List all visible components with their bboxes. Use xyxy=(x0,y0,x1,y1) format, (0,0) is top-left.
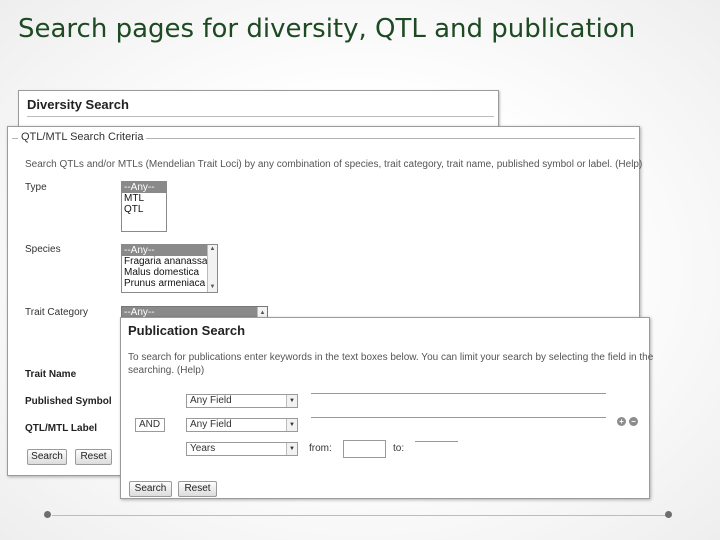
field2-value: Any Field xyxy=(190,419,232,430)
publication-search-header: Publication Search xyxy=(128,323,246,338)
species-option-malus[interactable]: Malus domestica xyxy=(122,267,217,278)
qtl-search-button[interactable]: Search xyxy=(27,449,67,465)
scroll-up-icon[interactable]: ▲ xyxy=(208,245,217,254)
type-option-mtl[interactable]: MTL xyxy=(122,193,166,204)
published-symbol-label: Published Symbol xyxy=(25,396,112,407)
publication-description-line2: searching. (Help) xyxy=(128,365,205,376)
species-option-fragaria[interactable]: Fragaria ananassa xyxy=(122,256,217,267)
slide-title: Search pages for diversity, QTL and publ… xyxy=(18,14,636,44)
type-label: Type xyxy=(25,182,47,193)
species-label: Species xyxy=(25,244,61,255)
add-row-icon[interactable]: + xyxy=(617,417,626,426)
species-scrollbar[interactable]: ▲ ▼ xyxy=(207,245,217,292)
field1-select[interactable]: Any Field ▼ xyxy=(186,394,298,408)
publication-search-panel: Publication Search To search for publica… xyxy=(120,317,653,499)
year-from-input[interactable] xyxy=(343,440,386,458)
species-option-prunus[interactable]: Prunus armeniaca xyxy=(122,278,217,289)
remove-row-icon[interactable]: − xyxy=(629,417,638,426)
field1-value: Any Field xyxy=(190,395,232,406)
qtl-label-label: QTL/MTL Label xyxy=(25,423,98,434)
type-option-qtl[interactable]: QTL xyxy=(122,204,166,215)
footer-dot-right xyxy=(665,511,672,518)
from-label: from: xyxy=(309,443,332,454)
publication-description-line1: To search for publications enter keyword… xyxy=(128,352,654,363)
chevron-down-icon: ▼ xyxy=(286,419,297,431)
keyword1-input[interactable] xyxy=(311,382,606,394)
trait-category-label: Trait Category xyxy=(25,307,88,318)
criteria-legend: QTL/MTL Search Criteria xyxy=(18,131,147,143)
chevron-down-icon: ▼ xyxy=(286,443,297,455)
keyword2-input[interactable] xyxy=(311,406,606,418)
species-listbox[interactable]: --Any-- Fragaria ananassa Malus domestic… xyxy=(121,244,218,293)
year-to-input[interactable] xyxy=(415,430,458,442)
publication-search-button[interactable]: Search xyxy=(129,481,172,497)
to-label: to: xyxy=(393,443,405,454)
field2-select[interactable]: Any Field ▼ xyxy=(186,418,298,432)
diversity-divider xyxy=(27,116,494,117)
field3-value: Years xyxy=(190,443,216,454)
trait-name-label: Trait Name xyxy=(25,369,77,380)
diversity-search-header: Diversity Search xyxy=(27,97,129,112)
species-option-any[interactable]: --Any-- xyxy=(122,245,217,256)
qtl-reset-button[interactable]: Reset xyxy=(75,449,112,465)
type-option-any[interactable]: --Any-- xyxy=(122,182,166,193)
footer-rule xyxy=(52,515,668,516)
scroll-down-icon[interactable]: ▼ xyxy=(208,283,217,292)
chevron-down-icon: ▼ xyxy=(286,395,297,407)
footer-dot-left xyxy=(44,511,51,518)
field3-select[interactable]: Years ▼ xyxy=(186,442,298,456)
operator-value: AND xyxy=(139,419,161,430)
operator-select[interactable]: AND xyxy=(135,418,165,432)
publication-description: To search for publications enter keyword… xyxy=(128,351,653,377)
type-listbox[interactable]: --Any-- MTL QTL xyxy=(121,181,167,232)
qtl-description: Search QTLs and/or MTLs (Mendelian Trait… xyxy=(25,159,643,170)
publication-reset-button[interactable]: Reset xyxy=(178,481,217,497)
